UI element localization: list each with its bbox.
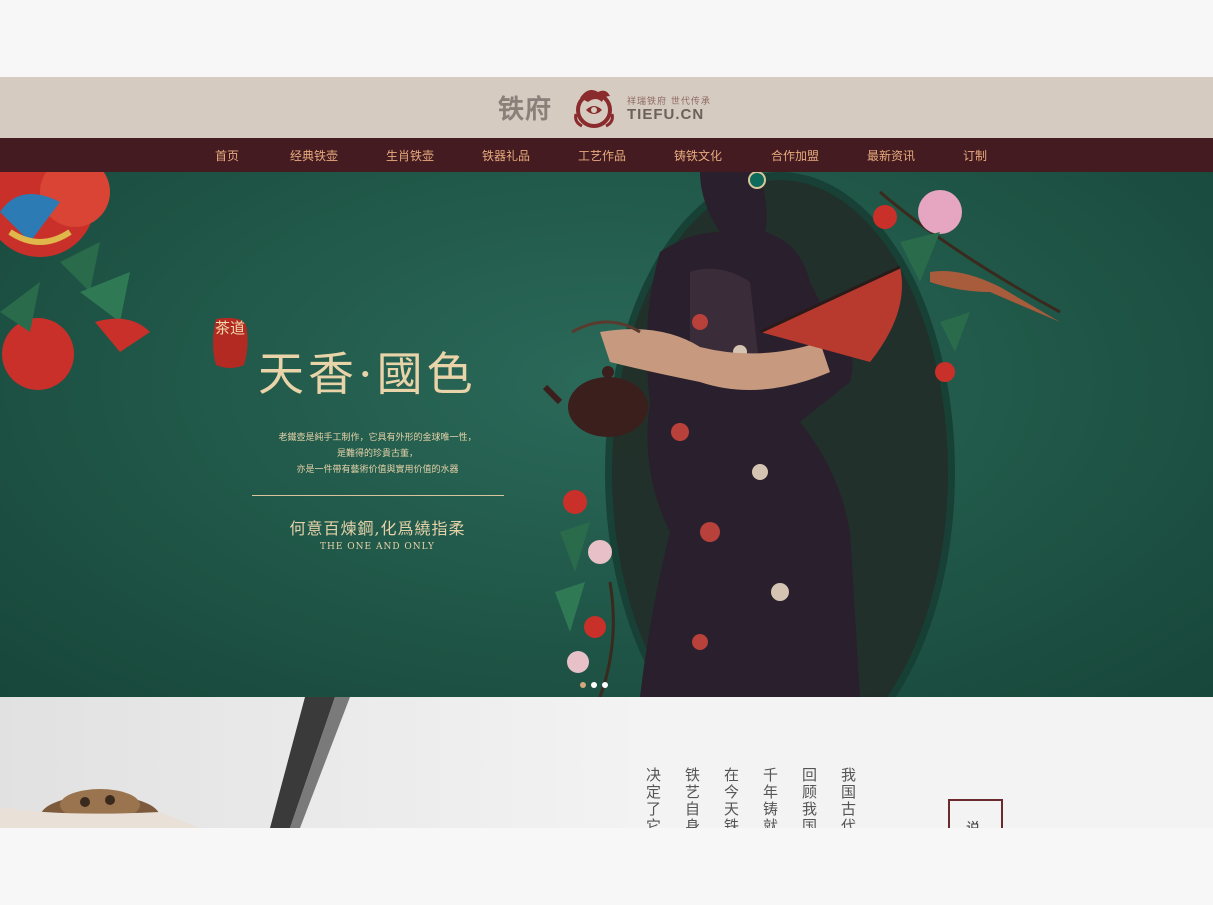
carousel-dot-3[interactable] — [602, 682, 608, 688]
carousel-dot-2[interactable] — [591, 682, 597, 688]
nav-item-home[interactable]: 首页 — [215, 147, 239, 164]
intro-column-5: 回顾我国 — [802, 767, 818, 828]
intro-column-4: 千年铸就 — [763, 767, 779, 828]
banner-headline: 天香·國色 — [258, 347, 477, 401]
intro-column-2: 铁艺自身 — [685, 767, 701, 828]
carousel-indicators — [578, 682, 618, 692]
nav-item-iron-gifts[interactable]: 铁器礼品 — [482, 147, 530, 164]
banner-slogan: 何意百煉鋼,化爲繞指柔 — [289, 519, 466, 538]
page-bottom-gap — [0, 828, 1213, 905]
intro-column-3: 在今天，铁 — [724, 767, 740, 828]
banner-desc-line-3: 亦是一件帶有藝術价值與實用价值的水器 — [296, 465, 459, 475]
hero-banner[interactable] — [0, 172, 1213, 697]
banner-desc-line-2: 是難得的珍貴古董， — [336, 449, 418, 459]
banner-divider — [252, 495, 504, 496]
dragon-logo-icon[interactable] — [570, 84, 618, 130]
nav-item-zodiac-teapots[interactable]: 生肖铁壶 — [386, 147, 434, 164]
intro-column-1: 决定了它 — [646, 767, 662, 828]
logo-domain: TIEFU.CN — [627, 106, 705, 123]
nav-item-iron-culture[interactable]: 铸铁文化 — [674, 147, 722, 164]
seal-text: 茶道 — [215, 319, 246, 337]
nav-item-custom[interactable]: 订制 — [963, 147, 987, 164]
nav-item-classic-teapots[interactable]: 经典铁壶 — [290, 147, 338, 164]
logo-text[interactable]: 铁府 — [498, 89, 552, 126]
nav-item-craft-works[interactable]: 工艺作品 — [578, 147, 626, 164]
hero-illustration — [0, 172, 1061, 697]
intro-illustration — [0, 697, 640, 828]
nav-item-news[interactable]: 最新资讯 — [867, 147, 915, 164]
intro-section — [0, 697, 1213, 828]
page-top-gap — [0, 0, 1213, 77]
banner-desc-line-1: 老鐵壺是純手工制作，它具有外形的金球唯一性， — [278, 433, 477, 443]
carousel-dot-1[interactable] — [580, 682, 586, 688]
intro-column-6: 我国古代 — [841, 767, 857, 828]
nav-item-franchise[interactable]: 合作加盟 — [771, 147, 819, 164]
banner-slogan-en: THE ONE AND ONLY — [319, 542, 435, 552]
